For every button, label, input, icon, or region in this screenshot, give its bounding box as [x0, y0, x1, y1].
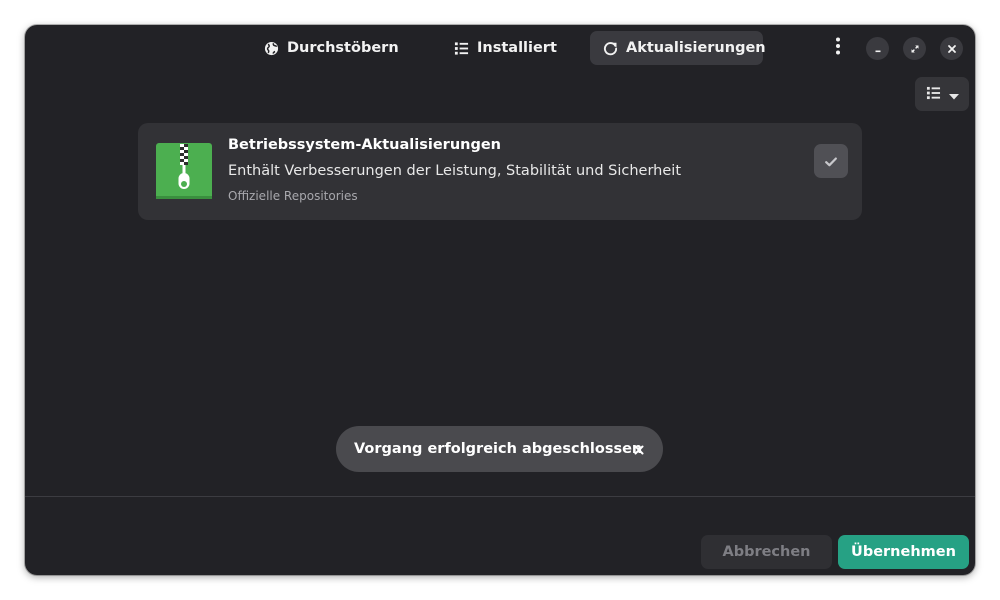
minimize-icon — [873, 39, 883, 58]
list-icon — [454, 41, 469, 56]
checkmark-icon — [825, 152, 837, 171]
os-update-card[interactable]: Betriebssystem-Aktualisierungen Enthält … — [138, 123, 862, 220]
maximize-icon — [910, 39, 920, 58]
archive-zipper-icon — [156, 143, 212, 199]
footer-divider — [25, 496, 975, 497]
minimize-button[interactable] — [866, 37, 889, 60]
update-select-checkbox[interactable] — [814, 144, 848, 178]
close-window-button[interactable] — [940, 37, 963, 60]
tab-updates-label: Aktualisierungen — [626, 40, 766, 56]
main-menu-button[interactable] — [825, 35, 851, 61]
kebab-menu-icon — [835, 37, 841, 59]
toast-message: Vorgang erfolgreich abgeschlossen — [354, 441, 643, 457]
toast-dismiss-button[interactable] — [629, 439, 649, 459]
apply-button[interactable]: Übernehmen — [838, 535, 969, 569]
status-toast: Vorgang erfolgreich abgeschlossen — [336, 426, 663, 472]
tab-installed[interactable]: Installiert — [441, 31, 570, 65]
update-source: Offizielle Repositories — [228, 189, 358, 203]
update-description: Enthält Verbesserungen der Leistung, Sta… — [228, 163, 682, 179]
cancel-button[interactable]: Abbrechen — [701, 535, 832, 569]
close-icon — [634, 440, 644, 459]
refresh-icon — [603, 41, 618, 56]
app-window: Durchstöbern Installiert Aktualisierunge… — [25, 25, 975, 575]
close-icon — [947, 39, 957, 58]
view-mode-dropdown[interactable] — [915, 77, 969, 111]
maximize-button[interactable] — [903, 37, 926, 60]
chevron-down-icon — [948, 85, 959, 104]
tab-updates[interactable]: Aktualisierungen — [590, 31, 766, 65]
tab-browse[interactable]: Durchstöbern — [251, 31, 412, 65]
tab-browse-label: Durchstöbern — [287, 40, 399, 56]
list-view-icon — [926, 85, 941, 104]
tab-installed-label: Installiert — [477, 40, 557, 56]
update-title: Betriebssystem-Aktualisierungen — [228, 137, 502, 153]
globe-icon — [264, 41, 279, 56]
